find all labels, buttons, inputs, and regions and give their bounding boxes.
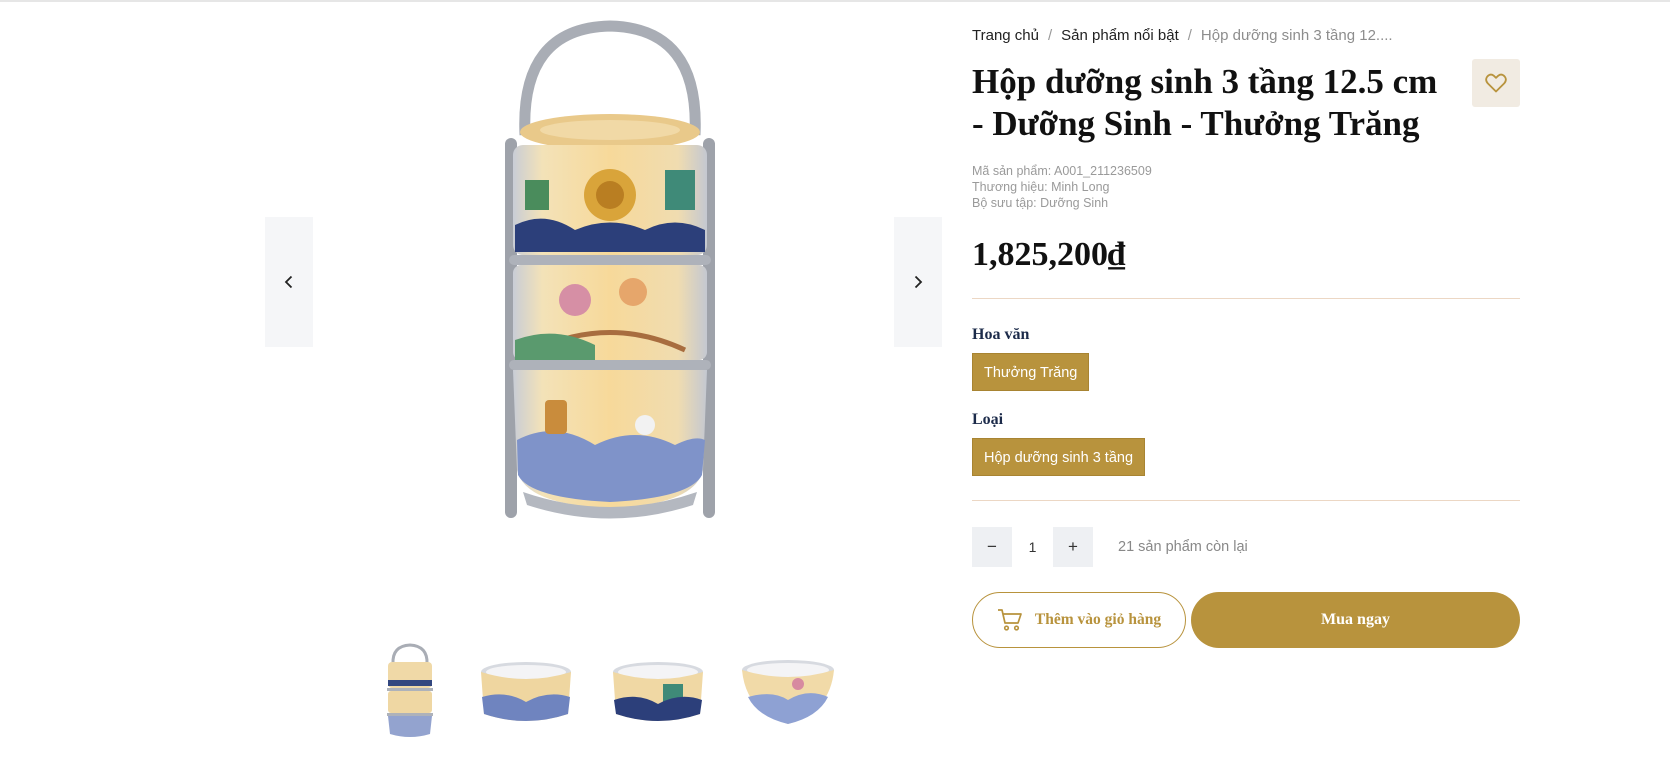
divider xyxy=(972,500,1520,501)
product-price: 1,825,200₫ xyxy=(972,236,1126,273)
top-border xyxy=(0,0,1670,2)
type-option-chip[interactable]: Hộp dưỡng sinh 3 tầng xyxy=(972,438,1146,476)
product-collection: Bộ sưu tập: Dưỡng Sinh xyxy=(972,196,1109,210)
wishlist-button[interactable] xyxy=(1472,59,1520,107)
thumbnail-three-tier-box[interactable] xyxy=(360,642,460,742)
breadcrumb-home-link[interactable]: Trang chủ xyxy=(972,27,1039,44)
gallery-prev-button[interactable] xyxy=(265,217,313,347)
chevron-left-icon xyxy=(284,275,293,289)
thumbnail-strip xyxy=(360,642,860,752)
breadcrumb-current: Hộp dưỡng sinh 3 tầng 12.... xyxy=(1200,26,1393,44)
pattern-label: Hoa văn xyxy=(972,326,1030,343)
heart-icon xyxy=(1485,73,1507,93)
cart-icon xyxy=(997,609,1022,631)
quantity-input[interactable] xyxy=(1012,527,1053,567)
add-to-cart-label: Thêm vào giỏ hàng xyxy=(1034,611,1162,628)
pattern-option-chip[interactable]: Thưởng Trăng xyxy=(972,353,1090,391)
product-info: Trang chủ / Sản phẩm nổi bật / Hộp dưỡng… xyxy=(972,24,1520,648)
breadcrumb-separator: / xyxy=(1187,26,1192,44)
title-row: Hộp dưỡng sinh 3 tầng 12.5 cm - Dưỡng Si… xyxy=(972,59,1520,145)
product-meta: Mã sản phẩm: A001_211236509 Thương hiệu:… xyxy=(972,163,1520,211)
type-label: Loại xyxy=(972,411,1004,428)
product-gallery xyxy=(265,20,943,760)
quantity-increase-button[interactable]: + xyxy=(1053,527,1093,567)
buy-now-button[interactable]: Mua ngay xyxy=(1191,592,1520,648)
product-title: Hộp dưỡng sinh 3 tầng 12.5 cm - Dưỡng Si… xyxy=(972,62,1438,143)
thumbnail-bowl-1[interactable] xyxy=(476,642,576,742)
product-sku: Mã sản phẩm: A001_211236509 xyxy=(972,164,1152,178)
product-brand: Thương hiệu: Minh Long xyxy=(972,180,1110,194)
chevron-right-icon xyxy=(914,275,923,289)
main-product-image xyxy=(445,20,775,560)
quantity-decrease-button[interactable]: − xyxy=(972,527,1012,567)
breadcrumb: Trang chủ / Sản phẩm nổi bật / Hộp dưỡng… xyxy=(972,24,1520,46)
quantity-stepper: − + 21 sản phẩm còn lại xyxy=(972,527,1520,567)
gallery-next-button[interactable] xyxy=(894,217,942,347)
thumbnail-bowl-3[interactable] xyxy=(738,642,838,742)
stock-remaining: 21 sản phẩm còn lại xyxy=(1118,539,1248,555)
thumbnail-bowl-2[interactable] xyxy=(608,642,708,742)
divider xyxy=(972,298,1520,299)
breadcrumb-separator: / xyxy=(1047,26,1053,44)
purchase-actions: Thêm vào giỏ hàng Mua ngay xyxy=(972,592,1520,648)
add-to-cart-button[interactable]: Thêm vào giỏ hàng xyxy=(972,592,1186,648)
breadcrumb-category-link[interactable]: Sản phẩm nổi bật xyxy=(1061,27,1179,44)
